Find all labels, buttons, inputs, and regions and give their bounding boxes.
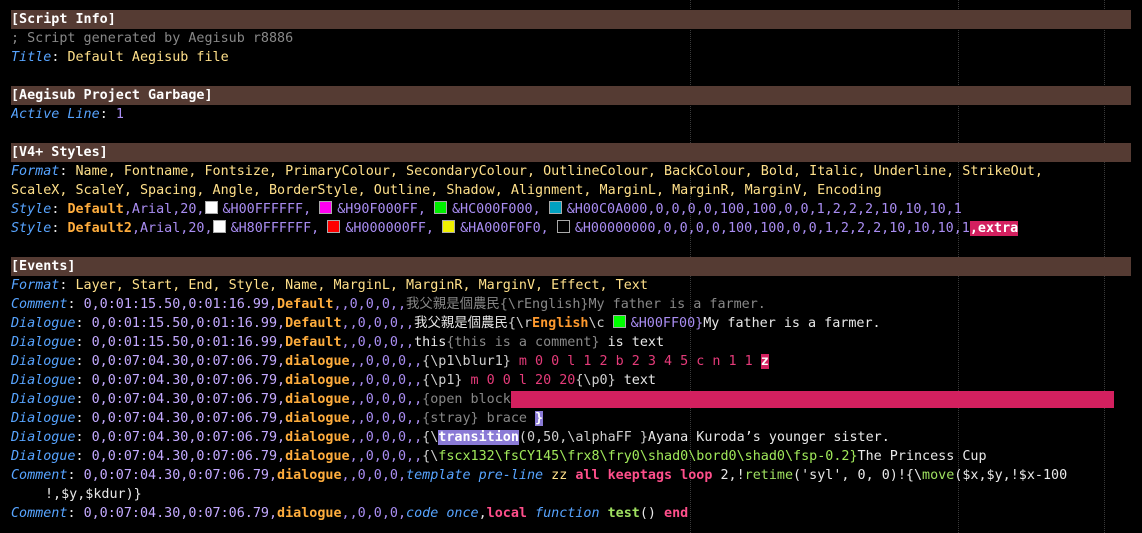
event-dialogue-line[interactable]: Dialogue: 0,0:01:15.50,0:01:16.99,Defaul… bbox=[11, 314, 1131, 333]
color-swatch bbox=[327, 220, 341, 233]
style-line-default2[interactable]: Style: Default2,Arial,20, &H80FFFFFF, &H0… bbox=[11, 219, 1131, 238]
section-header-project: [Aegisub Project Garbage] bbox=[11, 86, 1131, 105]
styles-format-line[interactable]: Format: Name, Fontname, Fontsize, Primar… bbox=[11, 162, 1131, 181]
comment-line[interactable]: ; Script generated by Aegisub r8886 bbox=[11, 29, 1131, 48]
style-line-default[interactable]: Style: Default,Arial,20, &H00FFFFFF, &H90… bbox=[11, 200, 1131, 219]
color-swatch bbox=[612, 315, 626, 328]
color-swatch bbox=[204, 201, 218, 214]
color-swatch bbox=[319, 201, 333, 214]
color-swatch bbox=[556, 220, 570, 233]
event-comment-line[interactable]: Comment: 0,0:01:15.50,0:01:16.99,Default… bbox=[11, 295, 1131, 314]
section-header-script-info: [Script Info] bbox=[11, 10, 1131, 29]
event-dialogue-line[interactable]: Dialogue: 0,0:01:15.50,0:01:16.99,Defaul… bbox=[11, 333, 1131, 352]
color-swatch bbox=[212, 220, 226, 233]
event-dialogue-line[interactable]: Dialogue: 0,0:07:04.30,0:07:06.79,dialog… bbox=[11, 371, 1131, 390]
event-dialogue-line[interactable]: Dialogue: 0,0:07:04.30,0:07:06.79,dialog… bbox=[11, 428, 1131, 447]
event-dialogue-line-error[interactable]: Dialogue: 0,0:07:04.30,0:07:06.79,dialog… bbox=[11, 390, 1131, 409]
section-header-events: [Events] bbox=[11, 257, 1131, 276]
color-swatch bbox=[548, 201, 562, 214]
event-template-line-wrap[interactable]: !,$y,$kdur)} bbox=[11, 485, 1131, 504]
event-dialogue-line[interactable]: Dialogue: 0,0:07:04.30,0:07:06.79,dialog… bbox=[11, 352, 1131, 371]
color-swatch bbox=[442, 220, 456, 233]
active-line[interactable]: Active Line: 1 bbox=[11, 105, 1131, 124]
styles-format-line-wrap[interactable]: ScaleX, ScaleY, Spacing, Angle, BorderSt… bbox=[11, 181, 1131, 200]
events-format-line[interactable]: Format: Layer, Start, End, Style, Name, … bbox=[11, 276, 1131, 295]
event-code-line[interactable]: Comment: 0,0:07:04.30,0:07:06.79,dialogu… bbox=[11, 504, 1131, 523]
event-template-line[interactable]: Comment: 0,0:07:04.30,0:07:06.79,dialogu… bbox=[11, 466, 1131, 485]
subtitle-editor[interactable]: [Script Info] ; Script generated by Aegi… bbox=[11, 10, 1131, 523]
color-swatch bbox=[434, 201, 447, 214]
event-dialogue-line[interactable]: Dialogue: 0,0:07:04.30,0:07:06.79,dialog… bbox=[11, 447, 1131, 466]
title-line[interactable]: Title: Default Aegisub file bbox=[11, 48, 1131, 67]
event-dialogue-line[interactable]: Dialogue: 0,0:07:04.30,0:07:06.79,dialog… bbox=[11, 409, 1131, 428]
section-header-styles: [V4+ Styles] bbox=[11, 143, 1131, 162]
error-extra-field: ,extra bbox=[969, 221, 1019, 236]
error-highlight bbox=[510, 390, 1114, 408]
